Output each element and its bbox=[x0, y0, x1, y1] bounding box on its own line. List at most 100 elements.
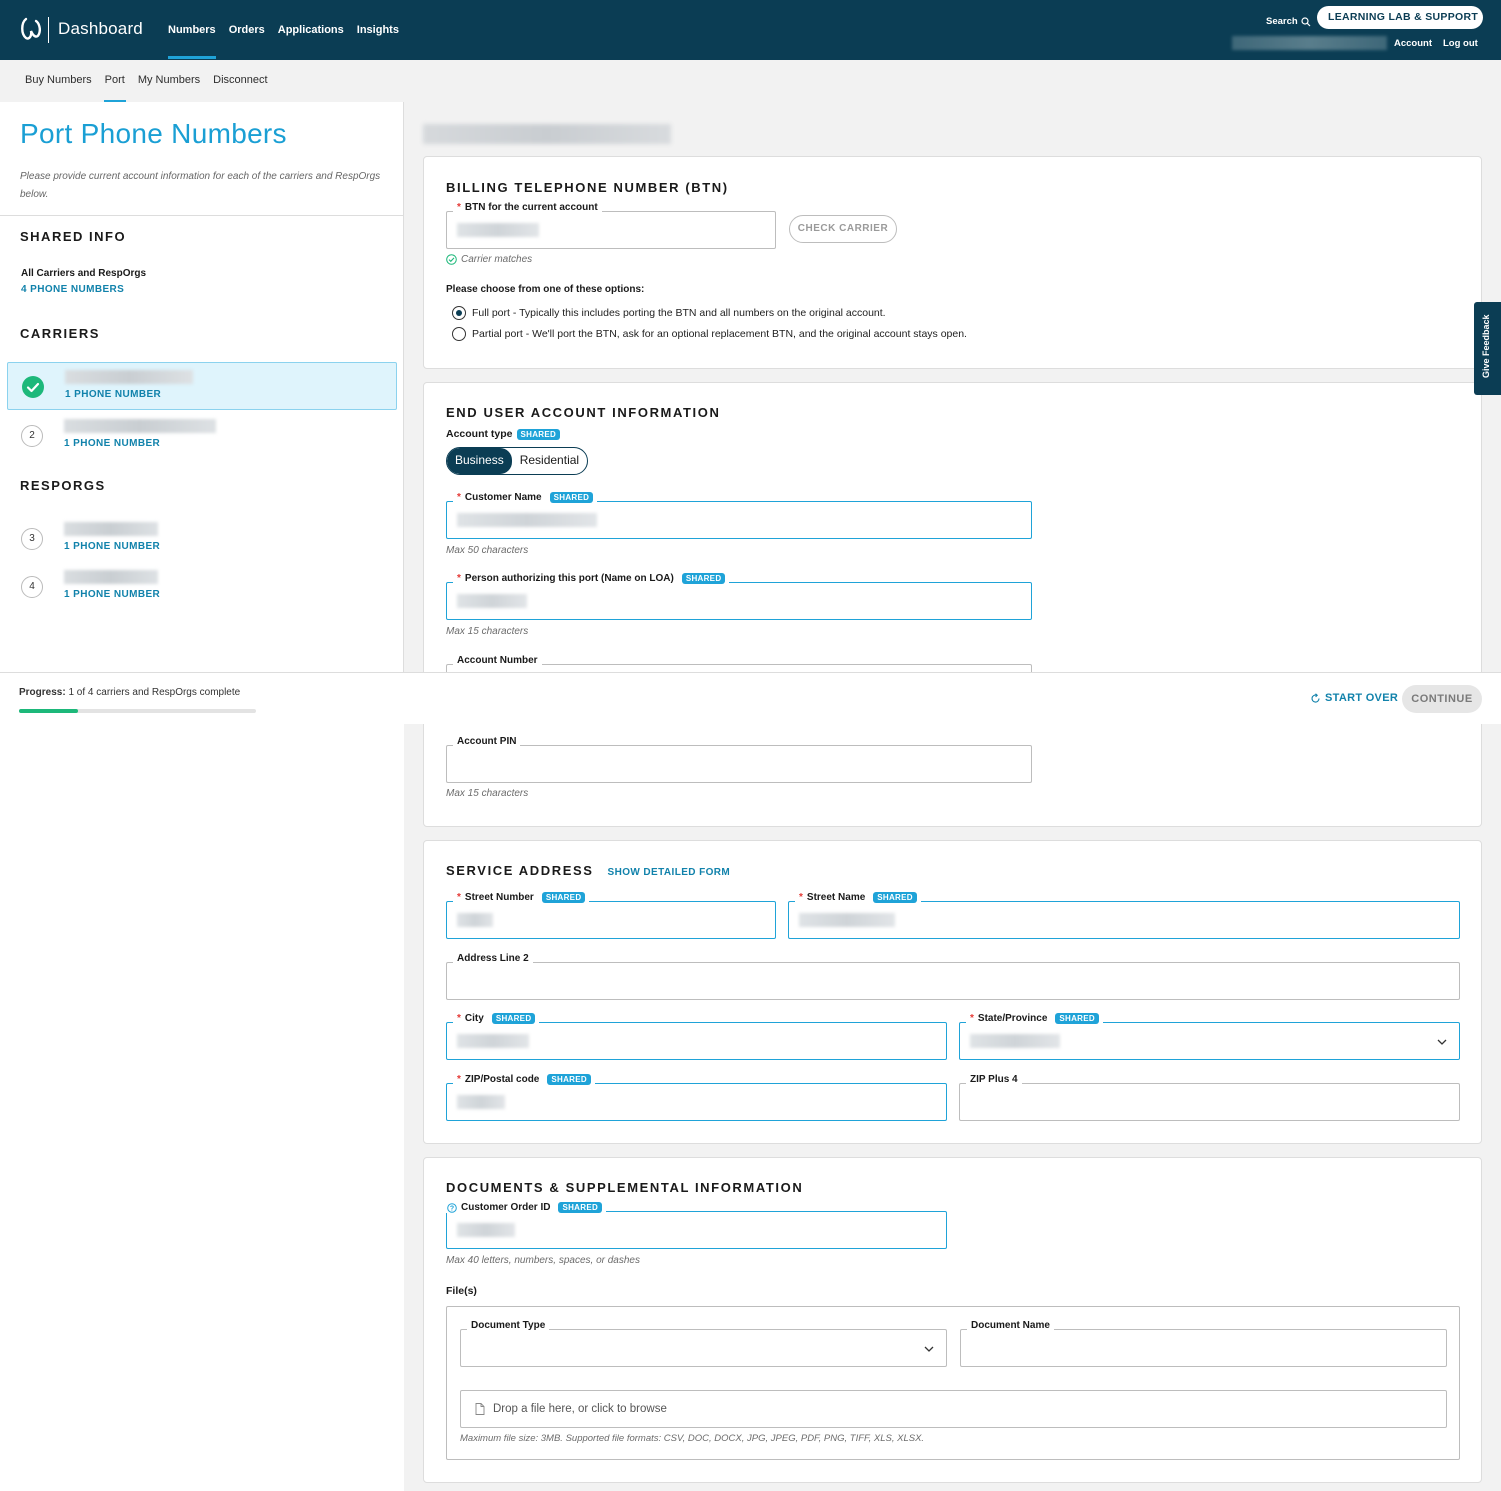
customer-name-field[interactable]: * Customer Name SHARED bbox=[446, 492, 1032, 539]
account-pin-field[interactable]: Account PIN bbox=[446, 736, 1032, 783]
sub-nav: Buy Numbers Port My Numbers Disconnect bbox=[0, 60, 1501, 102]
page-description: Please provide current account informati… bbox=[20, 171, 381, 200]
progress-fill bbox=[19, 709, 79, 713]
file-dropzone[interactable]: Drop a file here, or click to browse bbox=[460, 1390, 1447, 1428]
port-sidebar: Port Phone Numbers Please provide curren… bbox=[0, 102, 404, 672]
dropzone-text: Drop a file here, or click to browse bbox=[493, 1403, 667, 1415]
file-icon bbox=[475, 1403, 485, 1415]
document-name-label: Document Name bbox=[971, 1320, 1050, 1331]
resporg-count: 1 PHONE NUMBER bbox=[64, 541, 161, 552]
authorizer-field[interactable]: * Person authorizing this port (Name on L… bbox=[446, 573, 1032, 620]
address-line-2-field[interactable]: Address Line 2 bbox=[446, 953, 1460, 1000]
shared-badge: SHARED bbox=[558, 1202, 603, 1213]
city-field[interactable]: * City SHARED bbox=[446, 1013, 947, 1060]
resporg-item-4[interactable]: 4 1 PHONE NUMBER bbox=[7, 563, 397, 611]
city-redacted bbox=[457, 1034, 529, 1048]
account-pin-hint: Max 15 characters bbox=[446, 788, 529, 799]
nav-numbers[interactable]: Numbers bbox=[168, 24, 216, 59]
help-icon[interactable]: ? bbox=[447, 1202, 457, 1213]
residential-option[interactable]: Residential bbox=[512, 448, 587, 474]
nav-applications[interactable]: Applications bbox=[278, 24, 344, 36]
documents-heading: DOCUMENTS & SUPPLEMENTAL INFORMATION bbox=[446, 1180, 804, 1195]
top-bar: Dashboard Numbers Orders Applications In… bbox=[0, 0, 1501, 60]
state-label: State/Province bbox=[977, 1013, 1048, 1024]
files-group: Document Type Document Name Drop a file … bbox=[446, 1306, 1460, 1460]
carrier-name-redacted bbox=[64, 419, 216, 433]
progress-label: Progress: bbox=[19, 687, 66, 698]
show-detailed-form-link[interactable]: SHOW DETAILED FORM bbox=[608, 867, 731, 878]
logo-divider bbox=[48, 17, 49, 43]
authorizer-label: Person authorizing this port (Name on LO… bbox=[464, 573, 674, 584]
account-type-toggle[interactable]: Business Residential bbox=[446, 447, 589, 475]
nav-insights[interactable]: Insights bbox=[357, 24, 399, 36]
zip-field[interactable]: * ZIP/Postal code SHARED bbox=[446, 1074, 947, 1121]
step-number: 4 bbox=[21, 576, 43, 598]
search-label: Search bbox=[1266, 16, 1298, 27]
account-link[interactable]: Account bbox=[1394, 38, 1432, 49]
full-port-option[interactable]: Full port - Typically this includes port… bbox=[452, 306, 886, 320]
document-type-select[interactable]: Document Type bbox=[460, 1320, 947, 1367]
user-email-redacted bbox=[1232, 36, 1387, 50]
check-icon bbox=[22, 376, 44, 398]
carrier-count: 1 PHONE NUMBER bbox=[65, 389, 162, 400]
file-hint: Maximum file size: 3MB. Supported file f… bbox=[460, 1433, 925, 1444]
resporg-count: 1 PHONE NUMBER bbox=[64, 589, 161, 600]
btn-heading: BILLING TELEPHONE NUMBER (BTN) bbox=[446, 180, 729, 195]
partial-port-label: Partial port - We'll port the BTN, ask f… bbox=[472, 328, 967, 340]
authorizer-hint: Max 15 characters bbox=[446, 626, 529, 637]
chevron-down-icon bbox=[1437, 1039, 1447, 1045]
customer-order-id-label: Customer Order ID bbox=[461, 1202, 551, 1213]
carrier-item-2[interactable]: 2 1 PHONE NUMBER bbox=[7, 412, 397, 460]
all-carriers-label: All Carriers and RespOrgs bbox=[21, 268, 147, 279]
resporg-name-redacted bbox=[64, 570, 158, 584]
search-icon bbox=[1301, 16, 1311, 26]
partial-port-option[interactable]: Partial port - We'll port the BTN, ask f… bbox=[452, 327, 967, 341]
brand-logo-icon[interactable] bbox=[20, 16, 42, 42]
shared-badge: SHARED bbox=[491, 1013, 536, 1024]
logout-link[interactable]: Log out bbox=[1443, 38, 1478, 49]
street-number-field[interactable]: * Street Number SHARED bbox=[446, 892, 776, 939]
resporg-item-3[interactable]: 3 1 PHONE NUMBER bbox=[7, 515, 397, 563]
street-name-field[interactable]: * Street Name SHARED bbox=[788, 892, 1460, 939]
customer-name-redacted bbox=[457, 513, 597, 527]
sidebar-lower-area bbox=[0, 724, 404, 1491]
customer-order-id-field[interactable]: ? Customer Order ID SHARED bbox=[443, 1202, 947, 1249]
subnav-port[interactable]: Port bbox=[103, 74, 127, 102]
zip-plus-4-field[interactable]: ZIP Plus 4 bbox=[959, 1074, 1460, 1121]
business-option[interactable]: Business bbox=[447, 448, 512, 474]
progress-footer: Progress: 1 of 4 carriers and RespOrgs c… bbox=[0, 672, 1501, 724]
learning-lab-button[interactable]: LEARNING LAB & SUPPORT bbox=[1317, 6, 1483, 29]
subnav-my-numbers[interactable]: My Numbers bbox=[138, 74, 200, 86]
nav-orders[interactable]: Orders bbox=[229, 24, 265, 36]
partial-port-radio[interactable] bbox=[452, 327, 466, 341]
service-address-card: SERVICE ADDRESS SHOW DETAILED FORM * Stre… bbox=[423, 840, 1482, 1144]
files-label: File(s) bbox=[446, 1285, 477, 1297]
subnav-buy-numbers[interactable]: Buy Numbers bbox=[25, 74, 92, 86]
account-type-label: Account type bbox=[446, 428, 513, 440]
order-id-redacted bbox=[457, 1223, 515, 1237]
app-title[interactable]: Dashboard bbox=[58, 19, 143, 39]
zip-plus-4-label: ZIP Plus 4 bbox=[970, 1074, 1018, 1085]
state-select[interactable]: * State/Province SHARED bbox=[959, 1013, 1460, 1060]
document-name-field[interactable]: Document Name bbox=[960, 1320, 1447, 1367]
carrier-item-1[interactable]: 1 PHONE NUMBER bbox=[7, 362, 397, 410]
start-over-button[interactable]: START OVER bbox=[1310, 692, 1398, 704]
full-port-radio[interactable] bbox=[452, 306, 466, 320]
city-label: City bbox=[464, 1013, 484, 1024]
check-carrier-button[interactable]: CHECK CARRIER bbox=[789, 215, 897, 243]
btn-input[interactable]: * BTN for the current account bbox=[446, 202, 776, 249]
start-over-label: START OVER bbox=[1325, 692, 1399, 704]
carriers-heading: CARRIERS bbox=[20, 326, 100, 341]
search-link[interactable]: Search bbox=[1266, 16, 1311, 27]
all-carriers-count-link[interactable]: 4 PHONE NUMBERS bbox=[21, 284, 124, 295]
subnav-disconnect[interactable]: Disconnect bbox=[213, 74, 267, 86]
shared-badge: SHARED bbox=[1055, 1013, 1099, 1024]
shared-badge: SHARED bbox=[541, 892, 586, 903]
shared-badge: SHARED bbox=[681, 573, 726, 584]
continue-button[interactable]: CONTINUE bbox=[1402, 685, 1482, 713]
page-title: Port Phone Numbers bbox=[20, 118, 287, 149]
authorizer-redacted bbox=[457, 594, 527, 608]
give-feedback-tab[interactable]: Give Feedback bbox=[1474, 302, 1501, 395]
shared-info-heading: SHARED INFO bbox=[20, 229, 127, 244]
document-type-label: Document Type bbox=[471, 1320, 546, 1331]
